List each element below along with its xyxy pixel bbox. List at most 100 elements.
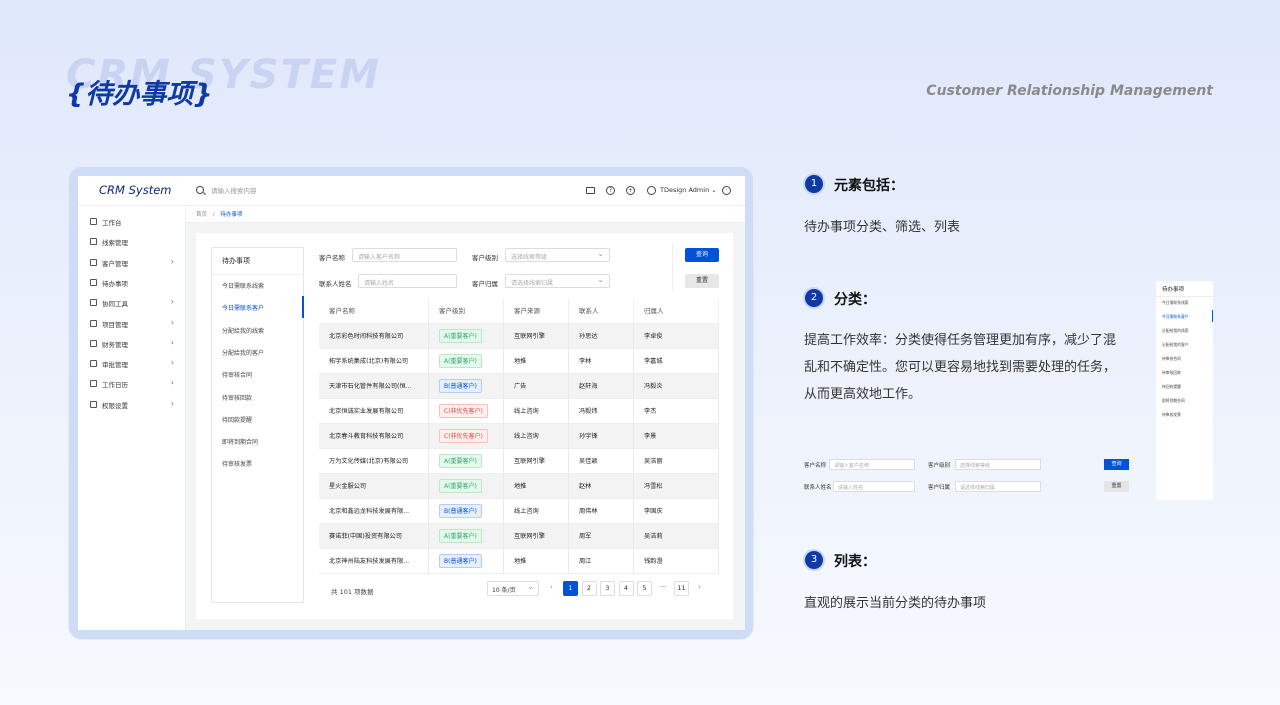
nav-icon [90,258,97,266]
nav-icon [90,278,97,286]
table-cell: 地推 [504,474,569,499]
sidebar-item[interactable]: 工作台 [90,216,174,230]
pagination-total: 共 101 项数据 [331,588,374,596]
table-row[interactable]: 北京和鑫远龙科技发展有限... B(普通客户) 线上咨询 周伟林 李国庆 [319,499,719,524]
customer-table: 客户名称 客户级别 客户来源 联系人 归属人 北京彩色时间科技有限公司 A(重要客户) 互联… [319,299,719,574]
table-row[interactable]: 拓宇系统集成(北京)有限公司 A(重要客户) 地推 李林 李嘉城 [319,349,719,374]
table-row[interactable]: 赛诺菲(中国)投资有限公司 A(重要客户) 互联网引擎 周军 吴洁莉 [319,524,719,549]
table-cell: A(重要客户) [429,474,504,499]
table-row[interactable]: 北京恒诚实业发展有限公司 C(非优先客户) 线上咨询 冯毅炜 李杰 [319,399,719,424]
app-logo[interactable]: CRM System [99,183,171,197]
sidebar-item-label: 审批管理 [102,361,128,370]
category-preview-item: 今日需联系线索 [1162,300,1189,305]
section-3-text: 直观的展示当前分类的待办事项 [804,596,987,611]
category-item[interactable]: 今日需联系客户 [222,303,264,312]
nav-icon [90,380,97,388]
customer-name-input[interactable]: 请输入客户名称 [352,248,457,262]
category-item[interactable]: 待回款提醒 [222,415,252,424]
page-button[interactable]: 4 [618,581,634,596]
table-cell: 北京神州陆友科技发展有限... [319,549,429,574]
table-cell: 钱韵澄 [634,549,719,574]
level-tag: A(重要客户) [439,454,482,468]
table-row[interactable]: 北京彩色时间科技有限公司 A(重要客户) 互联网引擎 孙思达 李卓俊 [319,324,719,349]
page-button[interactable]: 3 [600,581,615,596]
sidebar-item[interactable]: 财务管理 › [90,338,174,352]
user-menu[interactable]: TDesign Admin ⌄ [660,186,717,194]
search-icon[interactable] [196,186,204,194]
section-3-number: 3 [805,551,823,569]
category-item[interactable]: 分配给我的客户 [222,348,264,357]
mail-icon[interactable] [586,187,595,194]
category-preview-divider [1156,296,1213,297]
sidebar-item[interactable]: 工作日历 › [90,378,174,392]
page-button[interactable]: 2 [581,581,597,596]
nav-icon [90,360,97,368]
category-preview-item: 待审核合同 [1162,356,1181,361]
query-button[interactable]: 查询 [685,248,719,262]
table-row[interactable]: 北京神州陆友科技发展有限... B(普通客户) 地推 周江 钱韵澄 [319,549,719,574]
page-button[interactable]: 1 [563,581,578,596]
sidebar-item[interactable]: 权限设置 › [90,399,174,413]
todo-card: 待办事项 今日需联系线索 今日需联系客户 分配给我的线索 分配给我的客户 待审核合同待审… [196,233,733,619]
table-cell: B(普通客户) [429,549,504,574]
table-header-cell: 客户名称 [319,299,429,324]
user-avatar-icon[interactable] [647,186,656,195]
sidebar-item[interactable]: 协同工具 › [90,297,174,311]
category-item[interactable]: 分配给我的线索 [222,326,264,335]
next-page-icon[interactable]: › [698,583,701,591]
pagination-ellipsis: ··· [659,583,667,591]
contact-name-input[interactable]: 请输入姓名 [358,274,457,288]
reset-button[interactable]: 重置 [685,274,719,288]
category-preview-item: 分配给我的线索 [1162,328,1189,333]
customer-level-select[interactable]: 选择线索等级 [505,248,610,262]
category-title: 待办事项 [222,257,250,265]
table-cell: 李杰 [634,399,719,424]
sidebar-item-label: 工作日历 [102,381,128,390]
table-cell: 广告 [504,374,569,399]
section-3-title: 列表： [834,554,876,570]
table-row[interactable]: 北京春斗教育科技有限公司 C(非优先客户) 线上咨询 孙宇锋 李景 [319,424,719,449]
category-item[interactable]: 今日需联系线索 [222,281,264,290]
chevron-right-icon: › [170,337,174,347]
category-preview-item: 待审核回款 [1162,370,1181,375]
table-cell: 周江 [569,549,634,574]
category-item[interactable]: 待审核合同 [222,370,252,379]
category-preview-item: 分配给我的客户 [1162,342,1189,347]
category-item[interactable]: 待审核发票 [222,459,252,468]
sidebar-item-label: 权限设置 [102,401,128,410]
table-cell: A(重要客户) [429,324,504,349]
filter-preview-name-label: 客户名称 [804,463,827,469]
table-cell: 线上咨询 [504,424,569,449]
table-cell: 赛诺菲(中国)投资有限公司 [319,524,429,549]
category-divider [212,274,304,275]
page-button[interactable]: 5 [637,581,652,596]
level-tag: A(重要客户) [439,329,482,343]
table-header-row: 客户名称 客户级别 客户来源 联系人 归属人 [319,299,719,324]
sidebar-item[interactable]: 待办事项 [90,277,174,291]
prev-page-icon[interactable]: ‹ [550,583,553,591]
settings-icon[interactable]: · [722,186,731,195]
page-button[interactable]: 11 [674,581,689,596]
table-cell: A(重要客户) [429,349,504,374]
chevron-right-icon: › [170,297,174,307]
table-row[interactable]: 天津市石化管件有限公司(恒... B(普通客户) 广告 赵轩海 冯毅炎 [319,374,719,399]
breadcrumb-home[interactable]: 首页 [196,212,207,218]
category-item[interactable]: 待审核回款 [222,393,252,402]
chevron-right-icon: › [170,317,174,327]
add-icon[interactable]: + [626,186,635,195]
level-tag: B(普通客户) [439,379,482,393]
customer-owner-select[interactable]: 请选择线索归属 [505,274,610,288]
filter-preview-name-input: 请输入客户名称 [829,459,915,470]
search-input[interactable]: 请输入搜索内容 [211,185,257,195]
sidebar-item[interactable]: 项目管理 › [90,318,174,332]
page-size-select[interactable]: 10 条/页 [487,581,539,596]
table-row[interactable]: 万为文化传媒(北京)有限公司 A(重要客户) 互联网引擎 吴佳颖 吴洁丽 [319,449,719,474]
section-2-number: 2 [805,289,823,307]
sidebar-item[interactable]: 客户管理 › [90,257,174,271]
sidebar-item[interactable]: 审批管理 › [90,358,174,372]
sidebar-item[interactable]: 线索管理 [90,236,174,250]
help-icon[interactable]: ? [606,186,615,195]
category-item[interactable]: 即将到期合同 [222,437,258,446]
customer-level-label: 客户级别 [472,254,498,262]
table-row[interactable]: 星火金服公司 A(重要客户) 地推 赵林 冯雪松 [319,474,719,499]
